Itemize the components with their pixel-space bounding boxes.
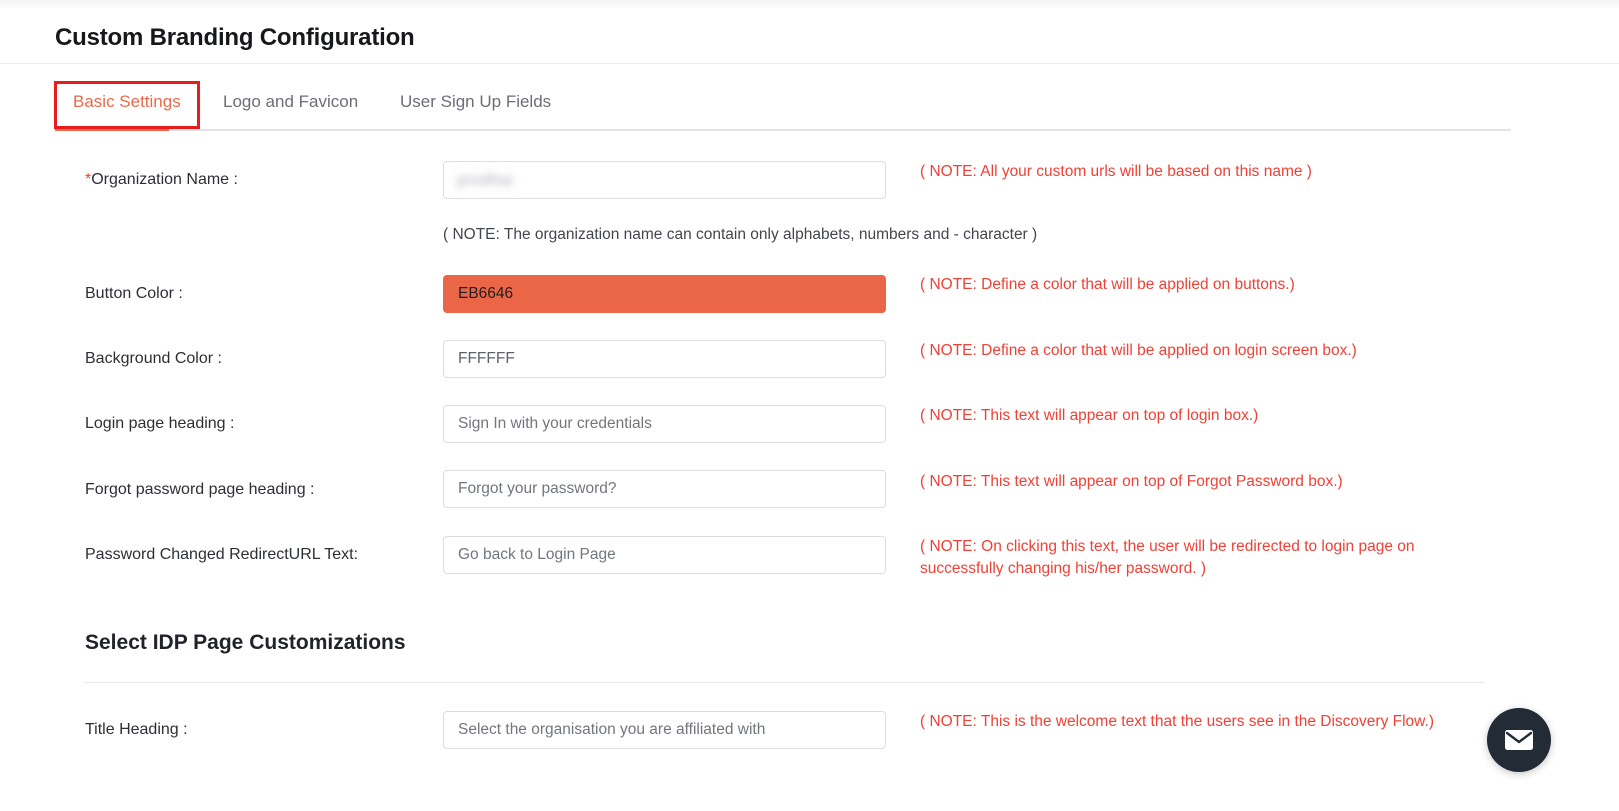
note-password-changed-redirect: ( NOTE: On clicking this text, the user … [920, 536, 1500, 580]
note-button-color: ( NOTE: Define a color that will be appl… [920, 274, 1500, 296]
tab-bar: Basic Settings Logo and Favicon User Sig… [55, 82, 1511, 130]
label-login-page-heading: Login page heading : [85, 415, 234, 433]
title-divider [0, 63, 1619, 64]
label-organization-name: *Organization Name : [85, 171, 238, 189]
active-tab-underline [55, 127, 169, 131]
label-forgot-password-heading: Forgot password page heading : [85, 481, 314, 499]
note-background-color: ( NOTE: Define a color that will be appl… [920, 340, 1500, 362]
input-password-changed-redirect[interactable] [443, 536, 886, 574]
section-title-idp: Select IDP Page Customizations [85, 631, 406, 655]
label-password-changed-redirect: Password Changed RedirectURL Text: [85, 546, 358, 564]
note-organization-name: ( NOTE: All your custom urls will be bas… [920, 161, 1500, 183]
note-title-heading: ( NOTE: This is the welcome text that th… [920, 711, 1500, 733]
page-title: Custom Branding Configuration [55, 24, 415, 52]
subnote-organization-name: ( NOTE: The organization name can contai… [443, 226, 1037, 244]
input-login-page-heading[interactable] [443, 405, 886, 443]
top-strip [0, 0, 1619, 8]
input-organization-name[interactable] [443, 161, 886, 199]
tab-bar-divider [55, 129, 1511, 131]
tab-user-sign-up-fields[interactable]: User Sign Up Fields [400, 88, 551, 116]
section-divider-idp [85, 682, 1485, 683]
note-forgot-password-heading: ( NOTE: This text will appear on top of … [920, 471, 1500, 493]
envelope-icon [1504, 729, 1534, 751]
label-title-heading: Title Heading : [85, 721, 188, 739]
input-background-color[interactable] [443, 340, 886, 378]
tab-logo-and-favicon[interactable]: Logo and Favicon [223, 88, 358, 116]
label-background-color: Background Color : [85, 350, 222, 368]
tab-basic-settings[interactable]: Basic Settings [73, 88, 181, 116]
custom-branding-page: Custom Branding Configuration Basic Sett… [0, 0, 1619, 811]
input-button-color[interactable] [443, 275, 886, 313]
label-button-color: Button Color : [85, 285, 183, 303]
input-title-heading[interactable] [443, 711, 886, 749]
note-login-page-heading: ( NOTE: This text will appear on top of … [920, 405, 1500, 427]
input-forgot-password-heading[interactable] [443, 470, 886, 508]
chat-widget-button[interactable] [1487, 708, 1551, 772]
